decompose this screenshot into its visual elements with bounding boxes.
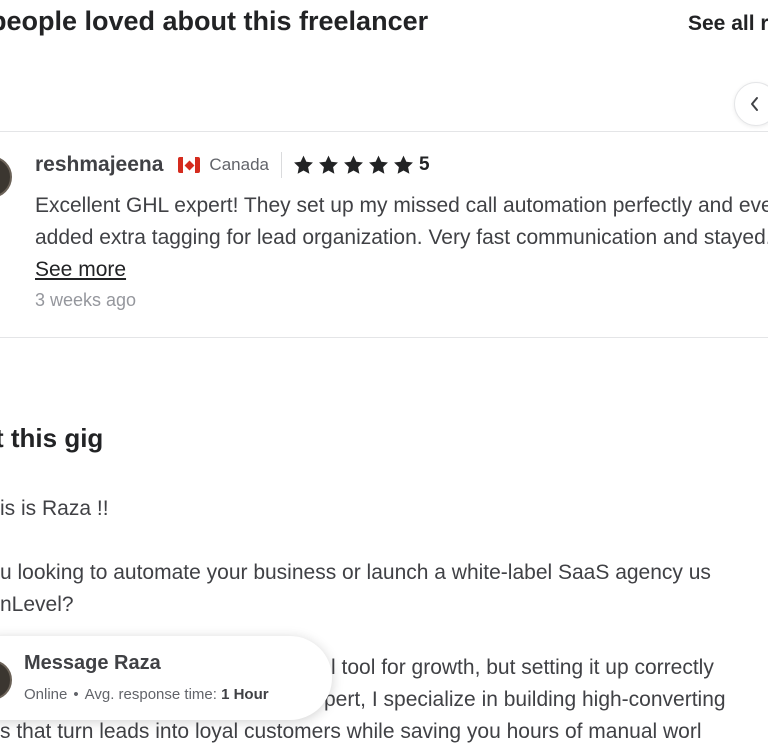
canada-flag-icon — [178, 157, 201, 173]
review-text: Excellent GHL expert! They set up my mis… — [35, 190, 768, 286]
about-line: is is Raza !! — [0, 497, 109, 520]
star-icon — [369, 155, 388, 174]
about-gig-title: t this gig — [0, 423, 104, 453]
star-icon — [394, 155, 413, 174]
about-line: s that turn leads into loyal customers w… — [0, 720, 702, 743]
reviewer-name: reshmajeena — [35, 153, 164, 176]
carousel-prev-button[interactable] — [734, 82, 768, 126]
review-bottom-divider — [0, 337, 768, 338]
about-line: pert, I specialize in building high-conv… — [324, 688, 726, 711]
reviews-section-title: people loved about this freelancer — [0, 6, 429, 36]
rating-value: 5 — [418, 154, 430, 175]
message-seller-title: Message Raza — [24, 652, 161, 674]
status-separator: • — [73, 686, 79, 703]
review-body: Excellent GHL expert! They set up my mis… — [35, 194, 768, 249]
review-top-divider — [0, 131, 768, 132]
reviewer-avatar — [0, 156, 12, 198]
online-status: Online — [24, 686, 68, 703]
message-seller-card[interactable]: Message Raza Online • Avg. response time: … — [0, 636, 332, 720]
review-header: reshmajeena Canada 5 — [35, 152, 430, 178]
about-line: nLevel? — [0, 593, 74, 616]
response-time-value: 1 Hour — [221, 686, 269, 703]
seller-avatar — [0, 660, 12, 700]
gig-page: people loved about this freelancer See a… — [0, 0, 768, 750]
seller-status: Online • Avg. response time: 1 Hour — [24, 686, 269, 703]
see-more-link[interactable]: See more — [35, 258, 126, 281]
about-line: u looking to automate your business or l… — [0, 561, 711, 584]
review-time: 3 weeks ago — [35, 290, 137, 310]
header-separator — [280, 152, 282, 178]
chevron-left-icon — [751, 97, 758, 111]
reviewer-country: Canada — [209, 155, 269, 174]
about-line: l tool for growth, but setting it up cor… — [331, 656, 714, 679]
see-all-reviews-link[interactable]: See all r — [688, 12, 768, 36]
star-icon — [319, 155, 338, 174]
star-icon — [294, 155, 313, 174]
star-rating — [292, 154, 415, 176]
star-icon — [344, 155, 363, 174]
response-time-label: Avg. response time: — [84, 686, 217, 703]
